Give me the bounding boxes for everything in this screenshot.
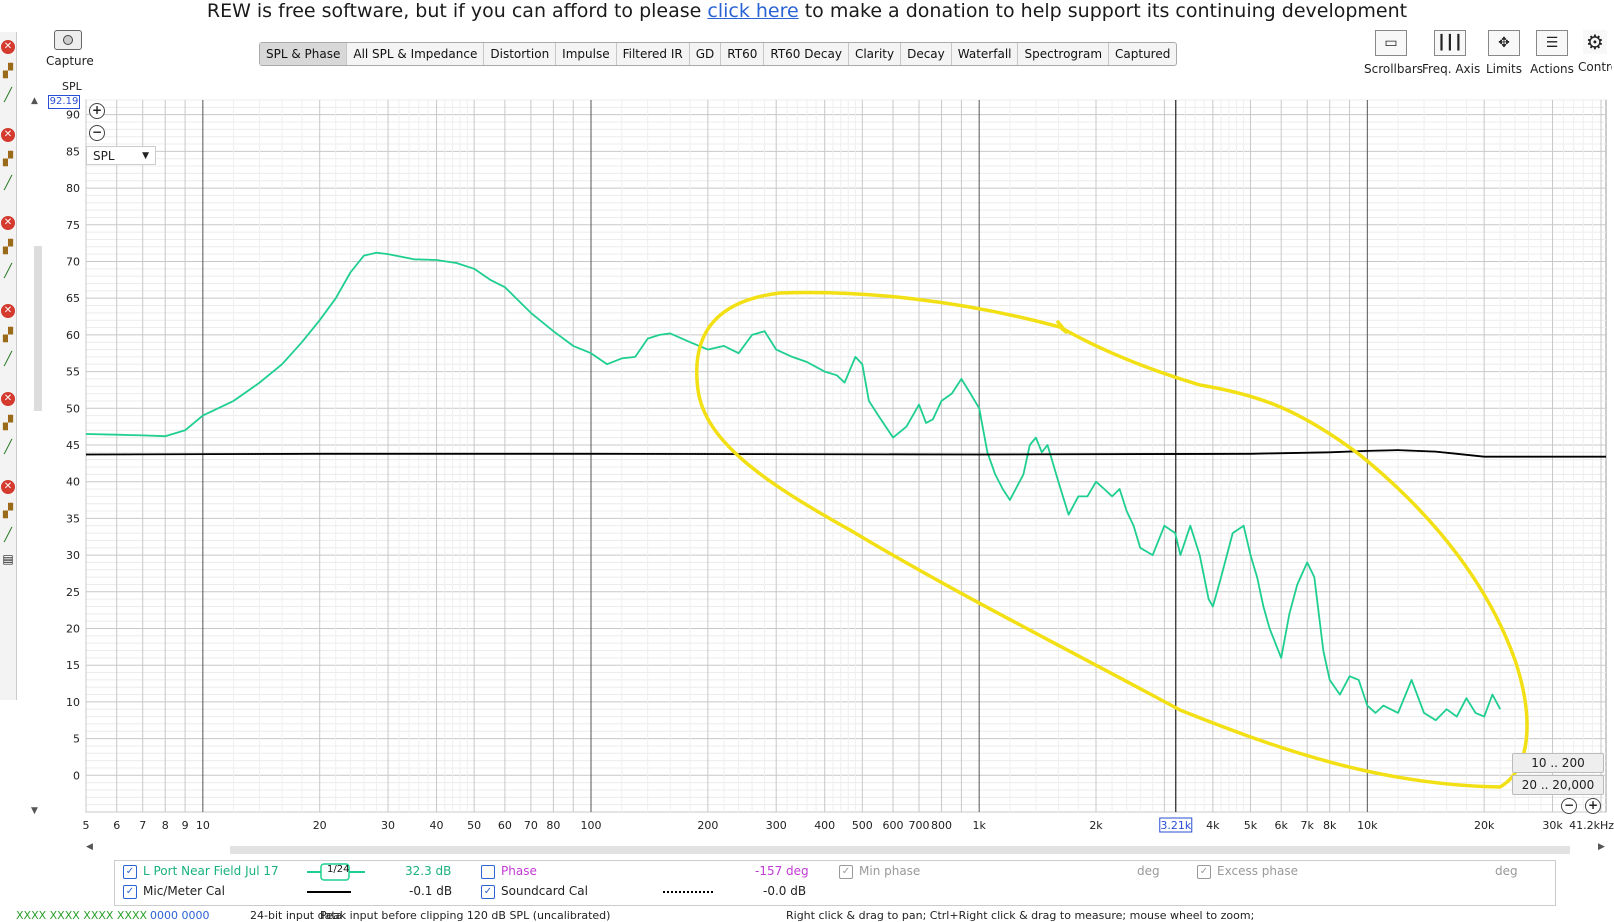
y-tick-label: 45 bbox=[66, 439, 80, 452]
y-tick-label: 85 bbox=[66, 145, 80, 158]
x-tick-label: 20k bbox=[1474, 819, 1495, 832]
y-tick-label: 55 bbox=[66, 366, 80, 379]
x-tick-label: 41.2kHz bbox=[1569, 819, 1614, 832]
min-phase-unit: deg bbox=[1137, 864, 1160, 878]
horizontal-scrollbar-thumb[interactable] bbox=[230, 846, 1570, 854]
x-tick-label: 50 bbox=[467, 819, 481, 832]
mic-cal-checkbox[interactable]: ✓ bbox=[123, 885, 137, 899]
y-tick-label: 0 bbox=[73, 769, 80, 782]
x-tick-label: 20 bbox=[313, 819, 327, 832]
status-bar: XXXX XXXX XXXX XXXX 0000 0000 24-bit inp… bbox=[0, 909, 1614, 922]
x-tick-label: 70 bbox=[524, 819, 538, 832]
x-tick-label: 500 bbox=[852, 819, 873, 832]
x-axis-ticks: 5 6 7 8 9 10 20 30 40 50 60 70 80 100 200 300 400 500 600 7… bbox=[83, 817, 1614, 833]
soundcard-cal-checkbox[interactable]: ✓ bbox=[481, 885, 495, 899]
x-tick-label: 800 bbox=[931, 819, 952, 832]
x-tick-label: 10 bbox=[196, 819, 210, 832]
phase-checkbox[interactable] bbox=[481, 865, 495, 879]
spl-chart[interactable]: 908580757065605550454035302520151050 567… bbox=[0, 0, 1614, 860]
x-zoom-out-icon[interactable]: − bbox=[1561, 798, 1577, 814]
y-tick-label: 30 bbox=[66, 549, 80, 562]
phase-label: Phase bbox=[501, 864, 537, 878]
x-tick-label: 6k bbox=[1275, 819, 1289, 832]
smoothing-label: 1/24 bbox=[327, 864, 350, 875]
range-20-20000-button[interactable]: 20 .. 20,000 bbox=[1512, 775, 1604, 795]
x-tick-label: 8 bbox=[162, 819, 169, 832]
y-tick-label: 50 bbox=[66, 402, 80, 415]
level-readout: 0000 0000 bbox=[150, 909, 210, 922]
horizontal-scrollbar[interactable] bbox=[90, 844, 1600, 854]
measurement-legend: ✓ L Port Near Field Jul 17 1/24 32.3 dB … bbox=[114, 860, 1556, 906]
excess-phase-checkbox[interactable]: ✓ bbox=[1197, 865, 1211, 879]
x-tick-label: 600 bbox=[883, 819, 904, 832]
spl-dropdown[interactable]: SPL ▼ bbox=[86, 146, 156, 165]
y-tick-label: 15 bbox=[66, 659, 80, 672]
y-tick-label: 35 bbox=[66, 512, 80, 525]
y-tick-label: 25 bbox=[66, 586, 80, 599]
mouse-help-text: Right click & drag to pan; Ctrl+Right cl… bbox=[786, 909, 1255, 922]
zoom-out-icon[interactable]: − bbox=[89, 125, 105, 141]
chevron-down-icon: ▼ bbox=[142, 151, 149, 161]
y-tick-label: 20 bbox=[66, 622, 80, 635]
x-tick-label: 6 bbox=[113, 819, 120, 832]
y-tick-label: 10 bbox=[66, 696, 80, 709]
x-tick-label: 100 bbox=[581, 819, 602, 832]
x-tick-label: 8k bbox=[1323, 819, 1337, 832]
y-tick-label: 40 bbox=[66, 476, 80, 489]
x-tick-label: 40 bbox=[430, 819, 444, 832]
excess-phase-label: Excess phase bbox=[1217, 864, 1298, 878]
x-tick-label: 2k bbox=[1089, 819, 1103, 832]
x-cursor-label: 3.21k bbox=[1160, 819, 1191, 832]
x-tick-label: 7k bbox=[1301, 819, 1315, 832]
mic-cal-line-sample bbox=[307, 891, 351, 893]
x-tick-label: 10k bbox=[1357, 819, 1378, 832]
x-tick-label: 400 bbox=[814, 819, 835, 832]
scroll-right-arrow-icon[interactable]: ▶ bbox=[1598, 842, 1605, 852]
x-tick-label: 4k bbox=[1206, 819, 1220, 832]
y-tick-label: 75 bbox=[66, 219, 80, 232]
x-tick-label: 9 bbox=[182, 819, 189, 832]
measurement-value: 32.3 dB bbox=[405, 864, 452, 878]
x-tick-label: 7 bbox=[139, 819, 146, 832]
x-tick-label: 5 bbox=[83, 819, 90, 832]
peak-input-info: Peak input before clipping 120 dB SPL (u… bbox=[320, 909, 611, 922]
x-tick-label: 700 bbox=[909, 819, 930, 832]
y-tick-label: 80 bbox=[66, 182, 80, 195]
y-axis-ticks: 908580757065605550454035302520151050 bbox=[66, 109, 80, 783]
x-tick-label: 30k bbox=[1542, 819, 1563, 832]
excess-phase-unit: deg bbox=[1495, 864, 1518, 878]
x-tick-label: 300 bbox=[766, 819, 787, 832]
x-tick-label: 80 bbox=[546, 819, 560, 832]
measurement-name: L Port Near Field Jul 17 bbox=[143, 864, 279, 878]
soundcard-cal-line-sample bbox=[663, 891, 715, 893]
soundcard-cal-value: -0.0 dB bbox=[763, 884, 807, 898]
x-tick-label: 30 bbox=[381, 819, 395, 832]
range-10-200-button[interactable]: 10 .. 200 bbox=[1512, 753, 1604, 773]
chart-grid bbox=[85, 99, 1607, 813]
legend-row-cal: ✓ Mic/Meter Cal -0.1 dB ✓ Soundcard Cal … bbox=[115, 882, 1555, 902]
min-phase-checkbox[interactable]: ✓ bbox=[839, 865, 853, 879]
x-tick-label: 60 bbox=[498, 819, 512, 832]
x-tick-label: 200 bbox=[697, 819, 718, 832]
mic-cal-label: Mic/Meter Cal bbox=[143, 884, 225, 898]
y-tick-label: 90 bbox=[66, 109, 80, 122]
y-tick-label: 65 bbox=[66, 292, 80, 305]
y-tick-label: 70 bbox=[66, 255, 80, 268]
x-tick-label: 1k bbox=[972, 819, 986, 832]
spl-dropdown-value: SPL bbox=[93, 149, 115, 163]
y-tick-label: 5 bbox=[73, 733, 80, 746]
measurement-visible-checkbox[interactable]: ✓ bbox=[123, 865, 137, 879]
phase-value: -157 deg bbox=[755, 864, 809, 878]
plot-area bbox=[85, 99, 1607, 813]
zoom-in-icon[interactable]: + bbox=[89, 103, 105, 119]
min-phase-label: Min phase bbox=[859, 864, 921, 878]
x-tick-label: 5k bbox=[1244, 819, 1258, 832]
y-tick-label: 60 bbox=[66, 329, 80, 342]
level-meters: XXXX XXXX XXXX XXXX bbox=[16, 909, 148, 922]
mic-cal-value: -0.1 dB bbox=[409, 884, 453, 898]
x-zoom-in-icon[interactable]: + bbox=[1585, 798, 1601, 814]
legend-row-measurement: ✓ L Port Near Field Jul 17 1/24 32.3 dB … bbox=[115, 862, 1555, 882]
soundcard-cal-label: Soundcard Cal bbox=[501, 884, 588, 898]
